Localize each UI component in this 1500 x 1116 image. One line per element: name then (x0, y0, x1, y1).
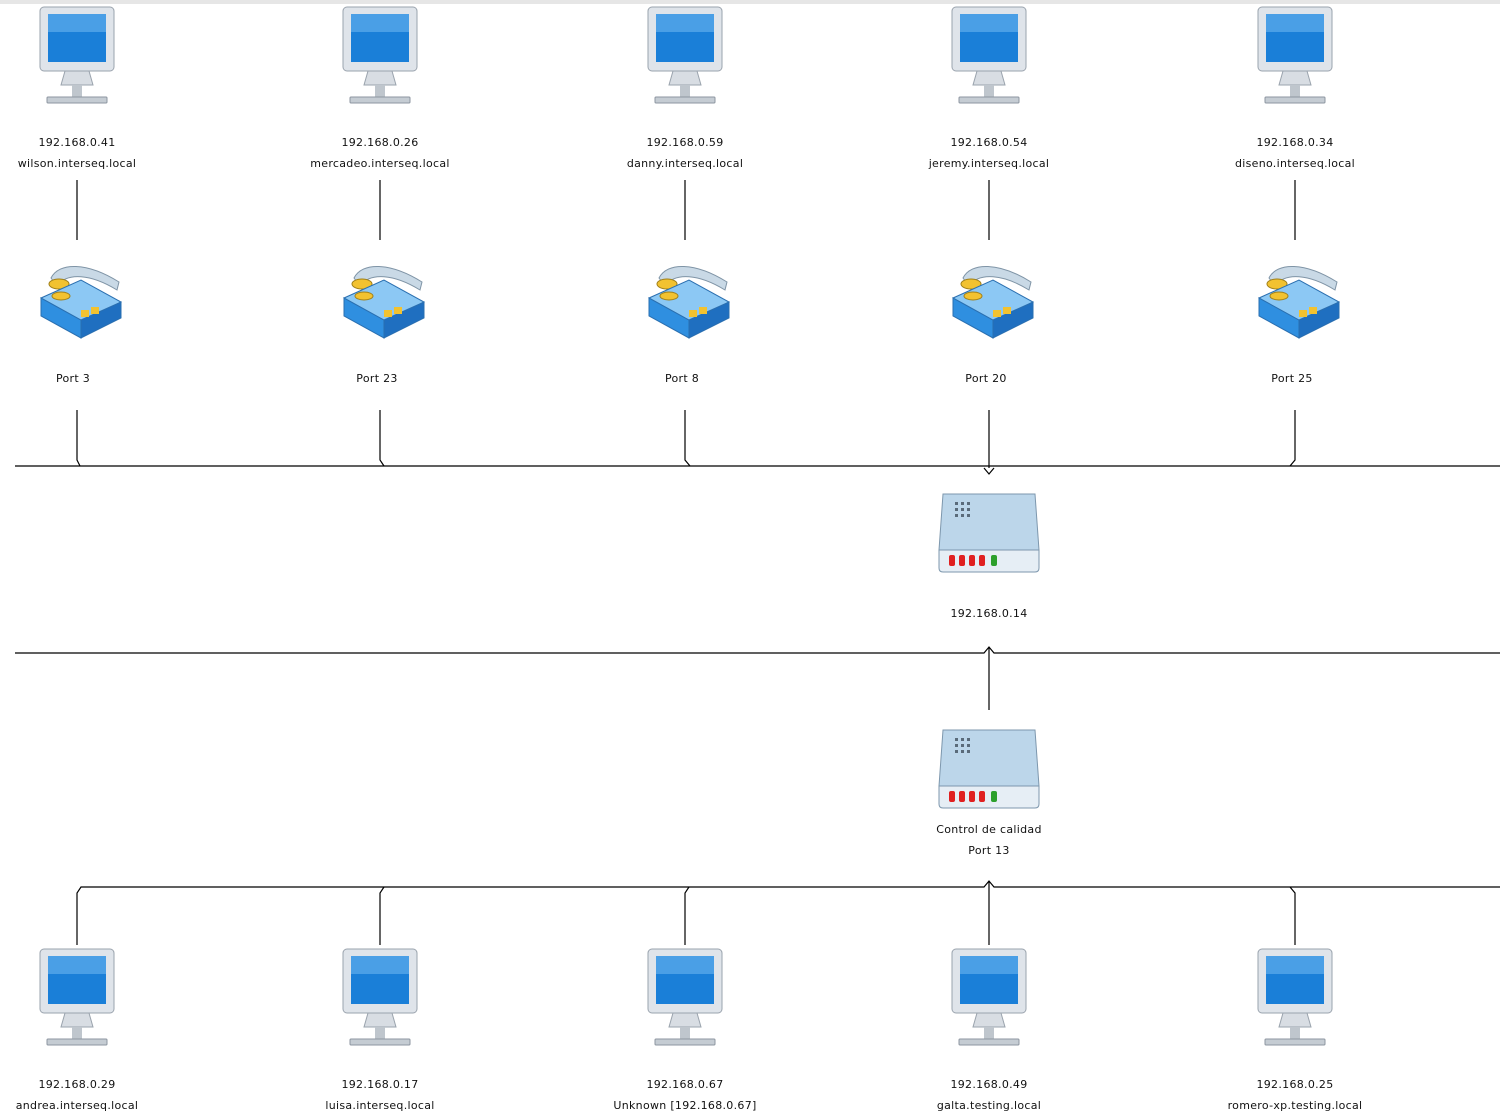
link-bus-host-5 (1289, 886, 1296, 945)
host-name: jeremy.interseq.local (928, 157, 1050, 170)
desktop-computer-icon[interactable] (949, 5, 1029, 110)
desktop-computer-icon[interactable] (37, 947, 117, 1052)
port-label: Port 25 (1271, 372, 1313, 385)
host-name: luisa.interseq.local (325, 1099, 435, 1112)
host-ip: 192.168.0.26 (341, 136, 419, 149)
link-port-bus-5 (1289, 410, 1296, 467)
switch-port-label: Port 13 (968, 844, 1010, 857)
network-port-icon[interactable] (37, 258, 123, 344)
host-name: danny.interseq.local (626, 157, 744, 170)
host-ip: 192.168.0.67 (646, 1078, 724, 1091)
desktop-computer-icon[interactable] (1255, 5, 1335, 110)
host-name: Unknown [192.168.0.67] (613, 1099, 757, 1112)
host-name: romero-xp.testing.local (1227, 1099, 1363, 1112)
host-name: wilson.interseq.local (17, 157, 137, 170)
host-name: andrea.interseq.local (15, 1099, 139, 1112)
desktop-computer-icon[interactable] (37, 5, 117, 110)
host-ip: 192.168.0.34 (1256, 136, 1334, 149)
bus-middle (15, 646, 1500, 654)
link-port-bus-4 (983, 410, 995, 475)
network-switch-icon[interactable] (935, 488, 1043, 576)
bus-lower (76, 880, 1500, 945)
host-name: diseno.interseq.local (1234, 157, 1356, 170)
network-port-icon[interactable] (645, 258, 731, 344)
host-name: galta.testing.local (936, 1099, 1042, 1112)
host-ip: 192.168.0.17 (341, 1078, 419, 1091)
host-ip: 192.168.0.41 (38, 136, 116, 149)
port-label: Port 3 (55, 372, 91, 385)
network-port-icon[interactable] (949, 258, 1035, 344)
host-ip: 192.168.0.49 (950, 1078, 1028, 1091)
link-bus-host-2 (379, 886, 385, 945)
port-label: Port 23 (356, 372, 398, 385)
network-port-icon[interactable] (1255, 258, 1341, 344)
link-bus-host-3 (684, 886, 690, 945)
desktop-computer-icon[interactable] (1255, 947, 1335, 1052)
link-port-bus-1 (76, 410, 81, 467)
desktop-computer-icon[interactable] (949, 947, 1029, 1052)
host-name: mercadeo.interseq.local (310, 157, 450, 170)
link-port-bus-2 (379, 410, 385, 467)
switch-name-label: Control de calidad (936, 823, 1042, 836)
host-ip: 192.168.0.54 (950, 136, 1028, 149)
port-label: Port 8 (664, 372, 700, 385)
desktop-computer-icon[interactable] (340, 5, 420, 110)
desktop-computer-icon[interactable] (645, 947, 725, 1052)
host-ip: 192.168.0.59 (646, 136, 724, 149)
desktop-computer-icon[interactable] (645, 5, 725, 110)
host-ip: 192.168.0.29 (38, 1078, 116, 1091)
desktop-computer-icon[interactable] (340, 947, 420, 1052)
switch-ip-label: 192.168.0.14 (950, 607, 1028, 620)
port-label: Port 20 (965, 372, 1007, 385)
link-port-bus-3 (684, 410, 691, 467)
network-switch-icon[interactable] (935, 724, 1043, 812)
host-ip: 192.168.0.25 (1256, 1078, 1334, 1091)
network-port-icon[interactable] (340, 258, 426, 344)
